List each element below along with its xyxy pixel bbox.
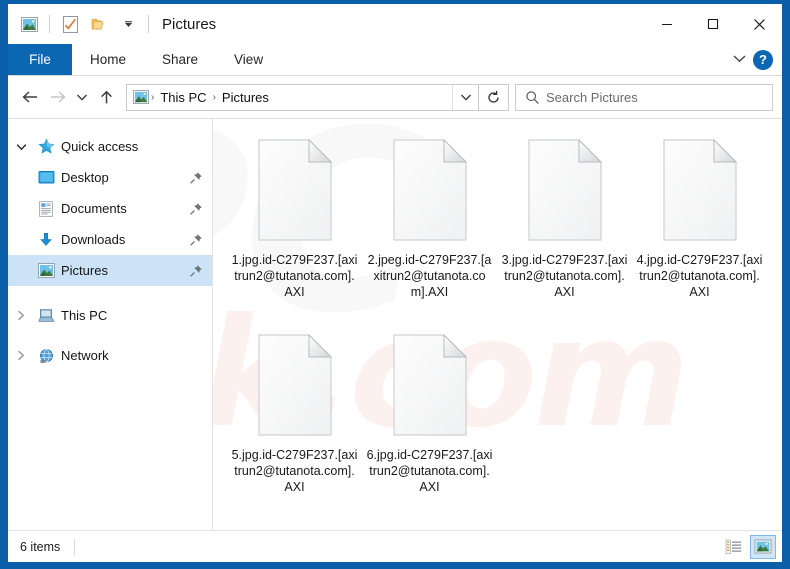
customize-chevron-icon[interactable]: [115, 11, 141, 37]
network-icon: [34, 340, 58, 371]
minimize-button[interactable]: [644, 4, 690, 44]
desktop-icon: [34, 162, 58, 193]
downloads-icon: [34, 224, 58, 255]
view-buttons: [720, 534, 776, 559]
generic-file-icon: [388, 332, 472, 438]
forward-button[interactable]: [44, 82, 71, 112]
quick-access-toolbar: Pictures: [8, 4, 216, 44]
file-item[interactable]: 2.jpeg.id-C279F237.[axitrun2@tutanota.co…: [362, 133, 497, 328]
address-bar: › This PC › Pictures: [8, 76, 782, 118]
details-view-button[interactable]: [720, 535, 746, 559]
item-count: 6 items: [20, 539, 61, 554]
title-bar: Pictures: [8, 4, 782, 44]
back-button[interactable]: [17, 82, 44, 112]
pictures-icon: [34, 255, 58, 286]
sidebar-label: Downloads: [61, 232, 126, 247]
expand-chevron-icon[interactable]: [8, 131, 34, 162]
large-icons-view-button[interactable]: [750, 534, 776, 559]
search-box[interactable]: [515, 83, 773, 111]
sidebar-label: Pictures: [61, 263, 108, 278]
refresh-button[interactable]: [479, 83, 509, 111]
help-button[interactable]: ?: [753, 49, 773, 70]
search-input[interactable]: [540, 89, 772, 105]
collapse-chevron-icon[interactable]: [8, 340, 34, 371]
sidebar-item-desktop[interactable]: Desktop: [8, 162, 212, 193]
breadcrumb-item-this-pc[interactable]: This PC: [156, 90, 210, 105]
sidebar-gap-1: [8, 286, 212, 300]
breadcrumb-separator-2[interactable]: ›: [211, 92, 218, 103]
expand-ribbon-chevron-icon[interactable]: [732, 51, 747, 69]
file-name: 3.jpg.id-C279F237.[axitrun2@tutanota.com…: [501, 253, 628, 299]
tab-share[interactable]: Share: [144, 44, 216, 75]
sidebar-item-documents[interactable]: Documents: [8, 193, 212, 224]
breadcrumb-dropdown-icon[interactable]: [452, 84, 478, 110]
toolbar-divider-2: [148, 15, 149, 33]
generic-file-icon: [523, 137, 607, 243]
window-title: Pictures: [162, 15, 217, 33]
breadcrumb-item-pictures[interactable]: Pictures: [218, 90, 273, 105]
file-name: 4.jpg.id-C279F237.[axitrun2@tutanota.com…: [636, 253, 763, 299]
explorer-body: PC risk.com Quick access Desktop Documen…: [8, 118, 782, 530]
breadcrumb-root-icon[interactable]: [133, 90, 149, 104]
ribbon-right-controls: ?: [732, 44, 782, 75]
star-icon: [34, 131, 58, 162]
status-divider: [74, 538, 76, 555]
generic-file-icon: [253, 137, 337, 243]
generic-file-icon: [658, 137, 742, 243]
sidebar-gap-2: [8, 331, 212, 340]
recent-locations-button[interactable]: [71, 82, 93, 112]
new-folder-icon[interactable]: [86, 11, 112, 37]
pin-icon[interactable]: [188, 170, 204, 186]
maximize-button[interactable]: [690, 4, 736, 44]
sidebar-item-pictures[interactable]: Pictures: [8, 255, 212, 286]
sidebar-label: Desktop: [61, 170, 109, 185]
breadcrumb-separator-1[interactable]: ›: [149, 92, 156, 103]
thispc-icon: [34, 300, 58, 331]
file-explorer-window: Pictures File Home Share View ? › This P…: [8, 4, 782, 562]
properties-icon[interactable]: [57, 11, 83, 37]
status-bar: 6 items: [8, 530, 782, 562]
file-name: 2.jpeg.id-C279F237.[axitrun2@tutanota.co…: [367, 253, 492, 299]
close-button[interactable]: [736, 4, 782, 44]
search-icon: [516, 90, 540, 105]
breadcrumb: › This PC › Pictures: [127, 90, 452, 105]
tab-home[interactable]: Home: [72, 44, 144, 75]
sidebar-label: Network: [61, 348, 109, 363]
file-item[interactable]: 6.jpg.id-C279F237.[axitrun2@tutanota.com…: [362, 328, 497, 523]
sidebar-item-downloads[interactable]: Downloads: [8, 224, 212, 255]
breadcrumb-bar[interactable]: › This PC › Pictures: [126, 83, 479, 111]
file-item[interactable]: 4.jpg.id-C279F237.[axitrun2@tutanota.com…: [632, 133, 767, 328]
window-controls: [644, 4, 782, 44]
documents-icon: [34, 193, 58, 224]
sidebar-item-this-pc[interactable]: This PC: [8, 300, 212, 331]
navigation-pane: Quick access Desktop Documents Downloads…: [8, 119, 213, 530]
sidebar-item-quick-access[interactable]: Quick access: [8, 131, 212, 162]
sidebar-item-network[interactable]: Network: [8, 340, 212, 371]
file-name: 5.jpg.id-C279F237.[axitrun2@tutanota.com…: [231, 448, 358, 494]
pictures-folder-icon[interactable]: [16, 11, 42, 37]
file-item[interactable]: 1.jpg.id-C279F237.[axitrun2@tutanota.com…: [227, 133, 362, 328]
sidebar-label: Quick access: [61, 139, 139, 154]
collapse-chevron-icon[interactable]: [8, 300, 34, 331]
ribbon-tab-bar: File Home Share View ?: [8, 44, 782, 76]
tab-view[interactable]: View: [216, 44, 281, 75]
pin-icon[interactable]: [188, 232, 204, 248]
file-item[interactable]: 3.jpg.id-C279F237.[axitrun2@tutanota.com…: [497, 133, 632, 328]
generic-file-icon: [253, 332, 337, 438]
generic-file-icon: [388, 137, 472, 243]
file-grid: 1.jpg.id-C279F237.[axitrun2@tutanota.com…: [227, 133, 782, 523]
up-button[interactable]: [93, 82, 120, 112]
file-name: 1.jpg.id-C279F237.[axitrun2@tutanota.com…: [231, 253, 358, 299]
sidebar-label: This PC: [61, 308, 108, 323]
pin-icon[interactable]: [188, 201, 204, 217]
tab-file[interactable]: File: [8, 44, 72, 75]
file-name: 6.jpg.id-C279F237.[axitrun2@tutanota.com…: [366, 448, 493, 494]
toolbar-divider-1: [49, 15, 50, 33]
sidebar-label: Documents: [61, 201, 127, 216]
file-list-pane[interactable]: 1.jpg.id-C279F237.[axitrun2@tutanota.com…: [213, 119, 782, 530]
pin-icon[interactable]: [188, 263, 204, 279]
file-item[interactable]: 5.jpg.id-C279F237.[axitrun2@tutanota.com…: [227, 328, 362, 523]
